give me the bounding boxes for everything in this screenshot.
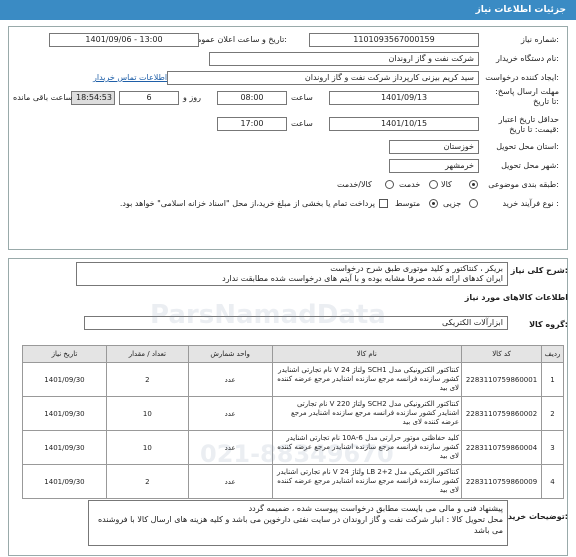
page-header: جزئیات اطلاعات نیاز bbox=[0, 0, 576, 20]
days-label: روز و bbox=[183, 93, 201, 102]
need-details-panel: شماره نیاز: 1101093567000159 تاریخ و ساع… bbox=[8, 26, 568, 250]
process-option-minor: جزیی bbox=[443, 199, 462, 208]
category-radio-goods-service[interactable] bbox=[385, 180, 394, 189]
row-date: 1401/09/30 bbox=[22, 464, 107, 499]
deadline-time-field: 08:00 bbox=[217, 91, 287, 105]
need-number-field: 1101093567000159 bbox=[309, 33, 479, 47]
buyer-notes-box: پیشنهاد فنی و مالی می بایست مطابق درخواس… bbox=[88, 500, 508, 546]
validity-date-field: 1401/10/15 bbox=[329, 117, 479, 131]
category-option-goods-service: کالا/خدمت bbox=[337, 180, 372, 189]
row-date: 1401/09/30 bbox=[22, 362, 107, 397]
row-code: 2283110759860001 bbox=[461, 362, 543, 397]
row-name: کنتاکتور الکترونیکی مدل SCH1 ولتاژ 24 V … bbox=[271, 362, 463, 397]
table-row: 3 2283110759860004 کلید حفاظتی موتور حرا… bbox=[22, 430, 564, 465]
process-radio-medium[interactable] bbox=[429, 199, 438, 208]
row-date: 1401/09/30 bbox=[22, 430, 107, 465]
province-label: استان محل تحویل: bbox=[496, 142, 559, 151]
col-index: ردیف bbox=[541, 345, 564, 363]
buyer-org-label: نام دستگاه خریدار: bbox=[495, 54, 559, 63]
row-qty: 2 bbox=[105, 362, 189, 397]
validity-time-field: 17:00 bbox=[217, 117, 287, 131]
category-radio-service[interactable] bbox=[429, 180, 438, 189]
summary-label: شرح کلی نیاز: bbox=[510, 266, 568, 275]
goods-group-field: ابزارآلات الکتریکی bbox=[84, 316, 508, 330]
row-name: کنتاکتور الکترونیکی مدل SCH2 ولتاژ 220 V… bbox=[271, 396, 463, 431]
validity-label: حداقل تاریخ اعتبار قیمت: تا تاریخ: bbox=[498, 115, 559, 134]
process-label: نوع فرآیند خرید : bbox=[502, 199, 559, 208]
buyer-notes-line-2: محل تحویل کالا : انبار شرکت نفت و گاز ار… bbox=[97, 515, 503, 535]
deadline-time-label: ساعت bbox=[291, 93, 313, 102]
row-index: 1 bbox=[541, 362, 564, 397]
deadline-label: مهلت ارسال پاسخ: تا تاریخ: bbox=[495, 87, 559, 106]
row-unit: عدد bbox=[187, 430, 273, 465]
col-unit: واحد شمارش bbox=[187, 345, 273, 363]
goods-table: ردیف کد کالا نام کالا واحد شمارش تعداد /… bbox=[22, 345, 564, 499]
process-option-medium: متوسط bbox=[395, 199, 421, 208]
announce-datetime-label: تاریخ و ساعت اعلان عمومی: bbox=[190, 35, 287, 44]
goods-section-title: اطلاعات کالاهای مورد نیاز bbox=[464, 293, 568, 302]
goods-group-label: گروه کالا: bbox=[529, 320, 568, 329]
province-field: خوزستان bbox=[389, 140, 479, 154]
category-option-service: خدمت bbox=[399, 180, 421, 189]
city-label: شهر محل تحویل: bbox=[501, 161, 559, 170]
buyer-notes-line-1: پیشنهاد فنی و مالی می بایست مطابق درخواس… bbox=[248, 504, 503, 513]
row-code: 2283110759860004 bbox=[461, 430, 543, 465]
announce-datetime-field: 1401/09/06 - 13:00 bbox=[49, 33, 199, 47]
col-name: نام کالا bbox=[271, 345, 463, 363]
days-field: 6 bbox=[119, 91, 179, 105]
row-qty: 10 bbox=[105, 430, 189, 465]
deadline-date-field: 1401/09/13 bbox=[329, 91, 479, 105]
category-option-goods: کالا bbox=[441, 180, 452, 189]
table-row: 4 2283110759860009 کنتاکتور الکتریکی مدل… bbox=[22, 464, 564, 499]
col-code: کد کالا bbox=[461, 345, 543, 363]
row-code: 2283110759860009 bbox=[461, 464, 543, 499]
category-label: طبقه بندی موضوعی: bbox=[488, 180, 559, 189]
treasury-payment-checkbox[interactable] bbox=[379, 199, 388, 208]
remaining-label: ساعت باقی مانده bbox=[13, 93, 73, 102]
summary-line-2: ایران کدهای ارائه شده صرفا مشابه بوده و … bbox=[222, 274, 503, 283]
row-qty: 10 bbox=[105, 396, 189, 431]
row-date: 1401/09/30 bbox=[22, 396, 107, 431]
summary-line-1: بریکر ، کنتاکتور و کلید موتوری طبق شرح د… bbox=[330, 264, 503, 273]
requester-label: ایجاد کننده درخواست: bbox=[485, 73, 559, 82]
col-date: تاریخ نیاز bbox=[22, 345, 107, 363]
row-qty: 2 bbox=[105, 464, 189, 499]
need-number-label: شماره نیاز: bbox=[520, 35, 559, 44]
summary-box: بریکر ، کنتاکتور و کلید موتوری طبق شرح د… bbox=[76, 262, 508, 286]
row-index: 4 bbox=[541, 464, 564, 499]
table-row: 2 2283110759860002 کنتاکتور الکترونیکی م… bbox=[22, 396, 564, 431]
remaining-time-field: 18:54:53 bbox=[71, 91, 115, 105]
requester-field: سید کریم بیزنی کارپرداز شرکت نفت و گاز ا… bbox=[167, 71, 479, 85]
process-radio-minor[interactable] bbox=[469, 199, 478, 208]
row-name: کنتاکتور الکتریکی مدل LB 2+2 ولتاژ 24 V … bbox=[271, 464, 463, 499]
table-row: 1 2283110759860001 کنتاکتور الکترونیکی م… bbox=[22, 362, 564, 397]
row-unit: عدد bbox=[187, 362, 273, 397]
row-index: 3 bbox=[541, 430, 564, 465]
row-unit: عدد bbox=[187, 464, 273, 499]
page-title: جزئیات اطلاعات نیاز bbox=[475, 5, 566, 15]
buyer-org-field: شرکت نفت و گاز اروندان bbox=[209, 52, 479, 66]
category-radio-goods[interactable] bbox=[469, 180, 478, 189]
buyer-contact-link[interactable]: اطلاعات تماس خریدار bbox=[93, 73, 167, 82]
row-index: 2 bbox=[541, 396, 564, 431]
row-unit: عدد bbox=[187, 396, 273, 431]
validity-time-label: ساعت bbox=[291, 119, 313, 128]
goods-table-header: ردیف کد کالا نام کالا واحد شمارش تعداد /… bbox=[22, 345, 564, 363]
buyer-notes-label: توضیحات خریدار: bbox=[500, 512, 568, 521]
row-name: کلید حفاظتی موتور حرارتی مدل 6-10A نام ت… bbox=[271, 430, 463, 465]
treasury-payment-note: پرداخت تمام یا بخشی از مبلغ خرید،از محل … bbox=[119, 199, 375, 208]
col-qty: تعداد / مقدار bbox=[105, 345, 189, 363]
city-field: خرمشهر bbox=[389, 159, 479, 173]
row-code: 2283110759860002 bbox=[461, 396, 543, 431]
